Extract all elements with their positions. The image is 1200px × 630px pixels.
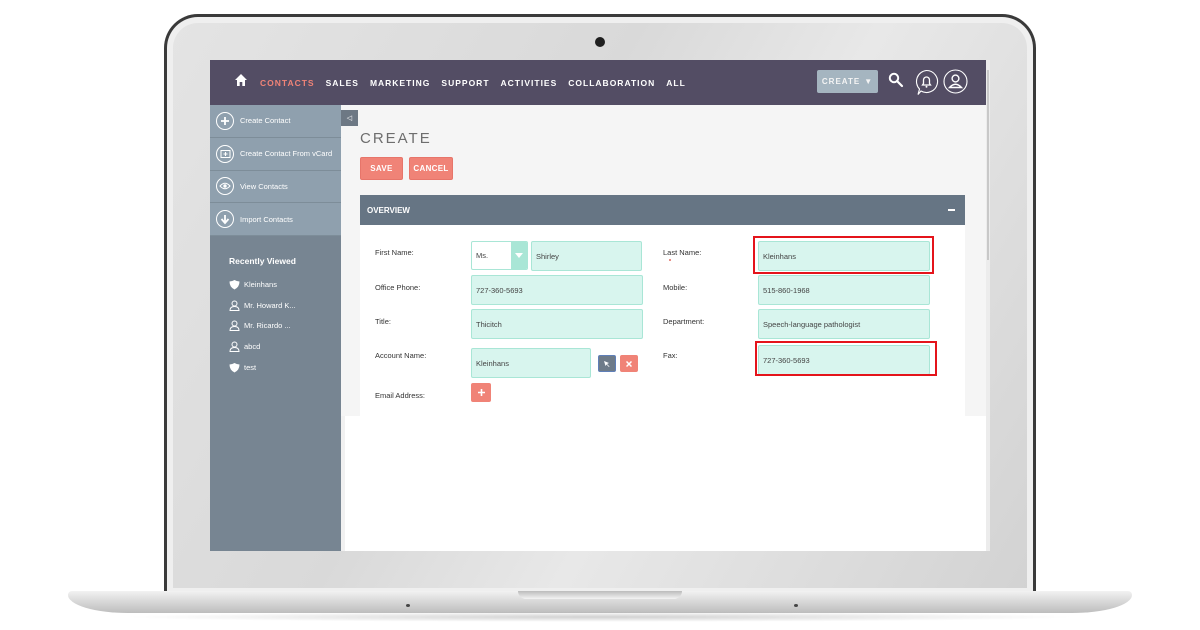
main-content-lower (341, 416, 986, 551)
recently-viewed-list: Kleinhans Mr. Howard K... Mr. Ricardo ..… (210, 266, 341, 378)
nav-item-marketing[interactable]: MARKETING (370, 78, 430, 88)
collapse-sidebar-button[interactable]: ◁ (341, 110, 358, 126)
mobile-label: Mobile: (663, 283, 688, 292)
eye-icon (216, 177, 234, 196)
download-icon (216, 210, 234, 229)
salutation-select[interactable]: Ms. (471, 241, 528, 270)
first-name-label: First Name: (375, 248, 414, 257)
laptop-shadow (120, 612, 1080, 622)
recent-item-label: test (244, 362, 257, 372)
salutation-value: Ms. (476, 251, 489, 260)
add-email-button[interactable] (471, 383, 491, 402)
fax-label: Fax: (663, 351, 678, 360)
overview-panel-header[interactable]: OVERVIEW (360, 195, 965, 225)
account-name-input[interactable]: Kleinhans (471, 348, 591, 378)
page-title: CREATE (360, 130, 432, 147)
cursor-arrow-icon (604, 360, 610, 367)
recent-item[interactable]: Kleinhans (229, 274, 341, 295)
recently-viewed-heading: Recently Viewed (229, 256, 296, 266)
save-button[interactable]: SAVE (360, 157, 403, 180)
sidebar-item-view-contacts[interactable]: View Contacts (210, 171, 341, 204)
laptop-foot (794, 604, 798, 607)
nav-item-collaboration[interactable]: COLLABORATION (568, 78, 655, 88)
clear-account-button[interactable] (620, 355, 638, 372)
search-icon[interactable] (888, 72, 904, 88)
title-label: Title: (375, 317, 391, 326)
email-address-label: Email Address: (375, 391, 426, 400)
sidebar-actions: Create Contact Create Contact From vCard… (210, 105, 341, 236)
home-icon[interactable] (234, 73, 248, 87)
shield-icon (229, 362, 240, 373)
recent-item[interactable]: Mr. Ricardo ... (229, 316, 341, 337)
recent-item-label: Kleinhans (244, 279, 277, 289)
department-input[interactable]: Speech-language pathologist (758, 309, 930, 339)
cancel-button[interactable]: CANCEL (409, 157, 453, 180)
recent-item-label: abcd (244, 342, 261, 352)
nav-item-support[interactable]: SUPPORT (441, 78, 489, 88)
close-icon (626, 360, 632, 367)
shield-icon (229, 279, 240, 290)
sidebar-item-import-contacts[interactable]: Import Contacts (210, 203, 341, 236)
vcard-icon (216, 144, 234, 163)
sidebar-item-create-contact[interactable]: Create Contact (210, 105, 341, 138)
nav-item-contacts[interactable]: CONTACTS (260, 78, 315, 88)
overview-panel: OVERVIEW First Name: Ms. Shirley Office … (360, 195, 965, 416)
sidebar-item-label: Import Contacts (240, 214, 293, 224)
top-navigation: CONTACTS SALES MARKETING SUPPORT ACTIVIT… (210, 60, 986, 105)
person-icon (229, 300, 240, 311)
sidebar-item-label: View Contacts (240, 181, 288, 191)
sidebar-item-label: Create Contact (240, 116, 291, 126)
required-indicator (669, 259, 671, 261)
nav-menu: CONTACTS SALES MARKETING SUPPORT ACTIVIT… (260, 60, 697, 105)
recent-item-label: Mr. Howard K... (244, 300, 296, 310)
plus-circle-icon (216, 111, 234, 130)
main-content: ◁ CREATE SAVE CANCEL OVERVIEW First Name… (341, 105, 986, 416)
first-name-input[interactable]: Shirley (531, 241, 642, 271)
create-label: CREATE (821, 77, 861, 86)
panel-title: OVERVIEW (367, 205, 410, 215)
recent-item[interactable]: test (229, 357, 341, 378)
recent-item-label: Mr. Ricardo ... (244, 321, 291, 331)
last-name-label: Last Name: (663, 248, 702, 257)
camera (595, 37, 605, 47)
scrollbar-thumb[interactable] (987, 70, 989, 260)
sidebar: Create Contact Create Contact From vCard… (210, 105, 341, 551)
laptop-foot (406, 604, 410, 607)
account-name-label: Account Name: (375, 351, 427, 360)
office-phone-label: Office Phone: (375, 283, 421, 292)
caret-down-icon: ▼ (864, 77, 874, 86)
create-dropdown-button[interactable]: CREATE ▼ (817, 70, 878, 93)
fax-highlight (755, 341, 937, 376)
nav-item-sales[interactable]: SALES (326, 78, 359, 88)
chevron-down-icon (511, 242, 527, 269)
title-input[interactable]: Thicitch (471, 309, 643, 339)
mobile-input[interactable]: 515-860-1968 (758, 275, 930, 305)
department-label: Department: (663, 317, 705, 326)
minus-icon[interactable] (948, 209, 955, 211)
nav-item-activities[interactable]: ACTIVITIES (501, 78, 558, 88)
plus-icon (477, 389, 485, 396)
select-account-button[interactable] (598, 355, 616, 372)
recent-item[interactable]: abcd (229, 336, 341, 357)
person-icon (229, 341, 240, 353)
sidebar-item-label: Create Contact From vCard (240, 149, 333, 159)
laptop-notch (518, 591, 682, 599)
recent-item[interactable]: Mr. Howard K... (229, 295, 341, 316)
person-icon (229, 320, 240, 332)
sidebar-item-create-from-vcard[interactable]: Create Contact From vCard (210, 138, 341, 171)
app-screen: CONTACTS SALES MARKETING SUPPORT ACTIVIT… (210, 60, 990, 551)
user-icon[interactable] (943, 69, 968, 94)
last-name-highlight (753, 236, 934, 274)
office-phone-input[interactable]: 727-360-5693 (471, 275, 643, 305)
bell-icon[interactable] (914, 69, 939, 96)
nav-item-all[interactable]: ALL (666, 78, 686, 88)
